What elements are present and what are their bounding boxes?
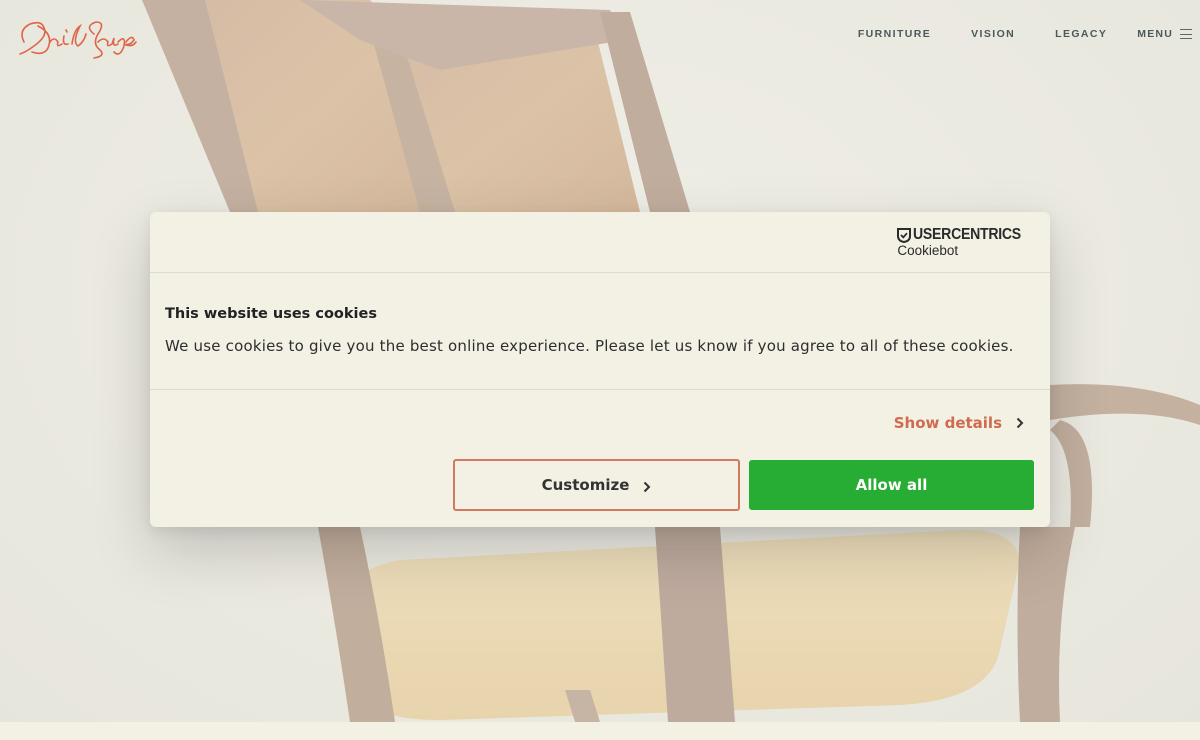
show-details-link[interactable]: Show details	[894, 414, 1024, 432]
usercentrics-brand[interactable]: USERCENTRICS Cookiebot	[897, 226, 1036, 258]
nav-legacy[interactable]: LEGACY	[1055, 28, 1107, 40]
allow-all-label: Allow all	[855, 476, 928, 494]
brand-sub: Cookiebot	[897, 243, 959, 258]
cookie-dialog: USERCENTRICS Cookiebot This website uses…	[150, 212, 1050, 527]
customize-label: Customize	[541, 476, 630, 494]
nav-vision[interactable]: VISION	[971, 28, 1015, 40]
cookie-text: We use cookies to give you the best onli…	[165, 337, 1014, 355]
menu-label: MENU	[1137, 28, 1173, 40]
chevron-right-icon	[644, 481, 651, 492]
cookie-dialog-body: This website uses cookies We use cookies…	[150, 273, 1050, 390]
allow-all-button[interactable]: Allow all	[749, 460, 1034, 510]
shield-check-icon	[897, 227, 912, 243]
menu-button[interactable]: MENU	[1137, 28, 1192, 40]
show-details-label: Show details	[893, 414, 1002, 432]
customize-button[interactable]: Customize	[453, 459, 740, 511]
hamburger-icon	[1180, 29, 1192, 40]
signature-logo-icon	[19, 21, 137, 59]
chevron-right-icon	[1016, 417, 1024, 429]
footer-strip	[0, 722, 1200, 740]
main-nav: FURNITURE VISION LEGACY MENU	[858, 26, 1192, 42]
cookie-dialog-header: USERCENTRICS Cookiebot	[150, 212, 1050, 273]
cookie-title: This website uses cookies	[165, 306, 377, 322]
nav-furniture[interactable]: FURNITURE	[858, 28, 931, 40]
brand-name: USERCENTRICS	[913, 226, 1022, 243]
logo[interactable]	[14, 12, 138, 62]
